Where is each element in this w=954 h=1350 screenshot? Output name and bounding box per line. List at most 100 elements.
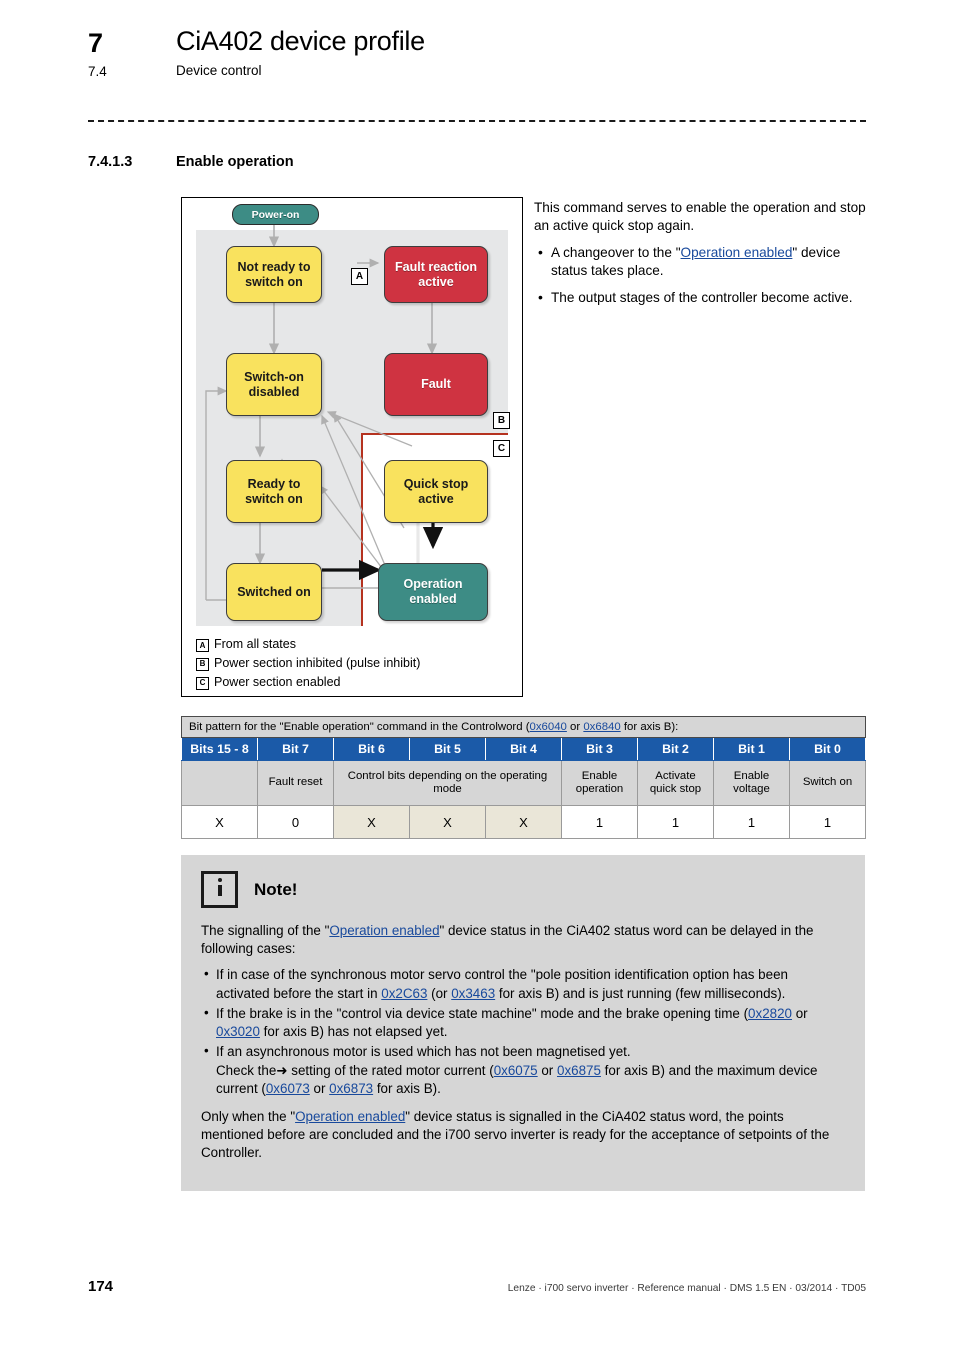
link-0x6040[interactable]: 0x6040 xyxy=(530,721,567,733)
section-title: Device control xyxy=(176,63,262,78)
note-b2-p3: for axis B) has not elapsed yet. xyxy=(259,1024,448,1040)
desc-bit-0: Switch on xyxy=(788,760,867,806)
link-operation-enabled-intro[interactable]: Operation enabled xyxy=(681,245,793,260)
intro-bullet-2: The output stages of the controller beco… xyxy=(534,288,866,307)
state-not-ready-to-switch-on[interactable]: Not ready to switch on xyxy=(226,246,322,303)
note-title: Note! xyxy=(254,879,298,899)
link-0x6873[interactable]: 0x6873 xyxy=(329,1081,373,1096)
legend-item-c: C Power section enabled xyxy=(196,674,516,692)
table-caption-row: Bit pattern for the "Enable operation" c… xyxy=(180,716,867,738)
note-b1-p3: for axis B) and is just running (few mil… xyxy=(495,985,786,1001)
header-bit-0: Bit 0 xyxy=(788,737,867,761)
legend-text-a: From all states xyxy=(214,637,296,651)
power-on-badge: Power-on xyxy=(232,204,319,225)
caption-before: Bit pattern for the "Enable operation" c… xyxy=(189,721,530,733)
value-bit-3: 1 xyxy=(561,805,638,839)
subsection-number: 7.4.1.3 xyxy=(88,154,133,170)
link-0x6840[interactable]: 0x6840 xyxy=(583,721,620,733)
desc-bit-3: Enable operation xyxy=(561,760,638,806)
caption-mid: or xyxy=(566,721,584,733)
table-caption: Bit pattern for the "Enable operation" c… xyxy=(180,716,867,738)
link-operation-enabled-note[interactable]: Operation enabled xyxy=(329,923,439,938)
intro-bullet-1: A changeover to the "Operation enabled" … xyxy=(534,243,866,280)
note-b3-p1: Check the xyxy=(216,1062,277,1078)
intro-text-block: This command serves to enable the operat… xyxy=(534,199,866,316)
note-box: Note! The signalling of the "Operation e… xyxy=(181,855,865,1191)
link-0x3463[interactable]: 0x3463 xyxy=(451,986,495,1001)
table-description-row: Fault reset Control bits depending on th… xyxy=(181,760,867,806)
intro-bullet-1-before: A changeover to the " xyxy=(551,245,681,261)
note-b3-p6: for axis B). xyxy=(373,1080,441,1096)
legend-item-a: A From all states xyxy=(196,636,516,654)
desc-bit-1: Enable voltage xyxy=(713,760,790,806)
note-bullet-1: If in case of the synchronous motor serv… xyxy=(201,965,845,1002)
note-b3-p3: or xyxy=(537,1062,557,1078)
legend-text-b: Power section inhibited (pulse inhibit) xyxy=(214,655,421,670)
link-0x2C63[interactable]: 0x2C63 xyxy=(381,986,427,1001)
document-page: 7 CiA402 device profile 7.4 Device contr… xyxy=(0,0,954,1350)
note-b3-line1: If an asynchronous motor is used which h… xyxy=(216,1044,631,1060)
note-intro-before: The signalling of the " xyxy=(201,923,330,938)
chapter-title: CiA402 device profile xyxy=(176,26,425,56)
state-fault[interactable]: Fault xyxy=(384,353,488,416)
header-bit-3: Bit 3 xyxy=(561,737,638,761)
legend-marker-b-icon: B xyxy=(196,657,209,671)
marker-c-icon: C xyxy=(493,440,510,457)
value-bit-4: X xyxy=(485,805,562,839)
header-bit-6: Bit 6 xyxy=(333,737,410,761)
state-switched-on[interactable]: Switched on xyxy=(226,563,322,621)
arrow-icon: ➜ xyxy=(276,1062,288,1078)
link-0x6075[interactable]: 0x6075 xyxy=(494,1063,538,1078)
note-closing: Only when the "Operation enabled" device… xyxy=(201,1108,845,1163)
state-fault-reaction-active[interactable]: Fault reaction active xyxy=(384,246,488,303)
desc-bit-7: Fault reset xyxy=(257,760,334,806)
marker-b-icon: B xyxy=(493,412,510,429)
legend-marker-c-icon: C xyxy=(196,676,209,690)
info-icon xyxy=(201,871,238,908)
note-bullet-2: If the brake is in the "control via devi… xyxy=(201,1004,845,1041)
note-header: Note! xyxy=(201,871,845,908)
note-bullet-list: If in case of the synchronous motor serv… xyxy=(201,965,845,1098)
header-divider xyxy=(88,120,866,122)
value-bit-0: 1 xyxy=(788,805,867,839)
chapter-number: 7 xyxy=(88,28,103,58)
link-0x3020[interactable]: 0x3020 xyxy=(216,1024,260,1039)
header-bit-7: Bit 7 xyxy=(257,737,334,761)
legend-item-b: B Power section inhibited (pulse inhibit… xyxy=(196,655,516,673)
header-bits-15-8: Bits 15 - 8 xyxy=(181,737,258,761)
caption-after: for axis B): xyxy=(620,721,679,733)
link-0x2820[interactable]: 0x2820 xyxy=(748,1006,792,1021)
state-machine-figure: Power-on Not ready to switch on Fault re… xyxy=(181,197,523,697)
desc-bits-15-8 xyxy=(181,760,258,806)
state-operation-enabled[interactable]: Operation enabled xyxy=(378,563,488,621)
table-value-row: X 0 X X X 1 1 1 1 xyxy=(181,805,867,839)
note-bullet-3: If an asynchronous motor is used which h… xyxy=(201,1042,845,1098)
note-intro: The signalling of the "Operation enabled… xyxy=(201,922,845,958)
note-b2-p1: If the brake is in the "control via devi… xyxy=(216,1005,749,1021)
note-b2-p2: or xyxy=(791,1005,808,1021)
state-switch-on-disabled[interactable]: Switch-on disabled xyxy=(226,353,322,416)
legend-marker-a-icon: A xyxy=(196,639,209,652)
link-0x6875[interactable]: 0x6875 xyxy=(557,1063,601,1078)
figure-legend: A From all states B Power section inhibi… xyxy=(196,636,516,692)
intro-bullet-list: A changeover to the "Operation enabled" … xyxy=(534,243,866,307)
header-bit-2: Bit 2 xyxy=(637,737,714,761)
intro-paragraph: This command serves to enable the operat… xyxy=(534,200,866,234)
state-quick-stop-active[interactable]: Quick stop active xyxy=(384,460,488,523)
link-0x6073[interactable]: 0x6073 xyxy=(266,1081,310,1096)
section-number: 7.4 xyxy=(88,64,107,79)
bit-pattern-table: Bit pattern for the "Enable operation" c… xyxy=(180,716,867,839)
page-number: 174 xyxy=(88,1278,114,1295)
link-operation-enabled-closing[interactable]: Operation enabled xyxy=(295,1109,405,1124)
legend-text-c: Power section enabled xyxy=(214,674,341,689)
marker-a-icon: A xyxy=(351,268,368,285)
value-bit-5: X xyxy=(409,805,486,839)
note-closing-before: Only when the " xyxy=(201,1108,296,1124)
value-bit-6: X xyxy=(333,805,410,839)
state-ready-to-switch-on[interactable]: Ready to switch on xyxy=(226,460,322,523)
value-bit-2: 1 xyxy=(637,805,714,839)
value-bit-1: 1 xyxy=(713,805,790,839)
subsection-title: Enable operation xyxy=(176,154,294,170)
header-bit-1: Bit 1 xyxy=(713,737,790,761)
value-bit-7: 0 xyxy=(257,805,334,839)
